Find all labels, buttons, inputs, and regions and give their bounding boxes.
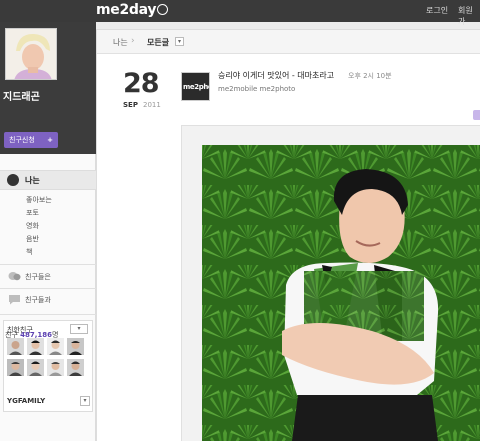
- friends-bubble-icon: [8, 272, 21, 281]
- friend-thumb[interactable]: [67, 338, 84, 355]
- sidebar-item-me[interactable]: 나는: [0, 170, 96, 190]
- chevron-down-icon[interactable]: ▾: [175, 37, 184, 46]
- speech-bubble-icon: [7, 174, 19, 186]
- friend-thumb[interactable]: [67, 359, 84, 376]
- breadcrumb: 나는 › 모든글 ▾: [97, 30, 480, 54]
- sidebar-nav: 나는 좋아보는 포토 영화 음반 책 친구들은 친구들과 친한친구 ▾ YGFA…: [0, 154, 96, 441]
- profile-avatar[interactable]: [5, 28, 57, 80]
- post-date-year: 2011: [143, 101, 161, 109]
- post-source: me2mobile me2photo: [218, 85, 296, 93]
- sidebar-item-label: 친구들은: [25, 273, 51, 281]
- divider: [0, 264, 96, 265]
- chat-bubble-icon: [9, 295, 20, 305]
- post-photo-image: [202, 145, 480, 441]
- friend-count-prefix: 친구: [5, 331, 18, 339]
- breadcrumb-all-posts[interactable]: 모든글: [147, 37, 169, 48]
- post-title[interactable]: 승리야 이게더 맛있어 - 대마초라고: [218, 70, 334, 81]
- friend-group-name[interactable]: YGFAMILY: [7, 397, 45, 405]
- join-link[interactable]: 회원가: [458, 5, 480, 27]
- divider: [0, 314, 96, 315]
- sidebar-item-label: 나는: [25, 176, 40, 185]
- friend-count-value: 487,186: [20, 331, 53, 339]
- login-link[interactable]: 로그인: [426, 5, 448, 16]
- friend-thumb[interactable]: [47, 338, 64, 355]
- me2day-logo[interactable]: me2day: [96, 2, 169, 18]
- post-photo[interactable]: [202, 145, 480, 441]
- post-time: 오후 2시 10분: [348, 72, 392, 80]
- post-badge-icon[interactable]: [473, 110, 480, 120]
- friend-thumb[interactable]: [7, 359, 24, 376]
- top-bar: me2day 로그인 회원가: [0, 0, 480, 26]
- chevron-down-icon[interactable]: ▾: [70, 324, 88, 334]
- chevron-down-icon[interactable]: ▾: [80, 396, 90, 406]
- avatar-text: me2photo: [183, 83, 209, 91]
- post-date-month: SEP: [123, 101, 138, 109]
- logo-text: me2day: [96, 2, 157, 18]
- friend-count: 친구 487,186명: [5, 330, 58, 340]
- post-date-day: 28: [123, 68, 160, 99]
- profile-panel: 지드래곤 친구신청 +: [0, 22, 96, 154]
- sidebar-item-friends-like[interactable]: 친구들은: [0, 268, 96, 288]
- friend-request-label: 친구신청: [9, 136, 35, 144]
- sidebar-subitem-movie[interactable]: 영화: [26, 221, 39, 231]
- sidebar-item-friends-with[interactable]: 친구들과: [0, 291, 96, 311]
- friend-request-button[interactable]: 친구신청 +: [4, 132, 58, 148]
- friend-thumb[interactable]: [7, 338, 24, 355]
- friend-thumb[interactable]: [47, 359, 64, 376]
- sidebar-subitem-likes[interactable]: 좋아보는: [26, 195, 52, 205]
- post-author-avatar[interactable]: me2photo: [181, 72, 210, 101]
- sidebar-item-label: 친구들과: [25, 296, 51, 304]
- friend-thumb[interactable]: [27, 338, 44, 355]
- logo-smile-icon: [157, 4, 169, 15]
- breadcrumb-me[interactable]: 나는: [113, 37, 128, 48]
- chevron-right-icon: ›: [131, 36, 135, 46]
- sidebar-subitem-photo[interactable]: 포토: [26, 208, 39, 218]
- sidebar-subitem-book[interactable]: 책: [26, 247, 32, 257]
- profile-name[interactable]: 지드래곤: [3, 88, 40, 103]
- sidebar-subitem-album[interactable]: 음반: [26, 234, 39, 244]
- friend-thumb[interactable]: [27, 359, 44, 376]
- plus-icon: +: [47, 136, 53, 144]
- divider: [0, 288, 96, 289]
- friend-count-suffix: 명: [52, 331, 59, 339]
